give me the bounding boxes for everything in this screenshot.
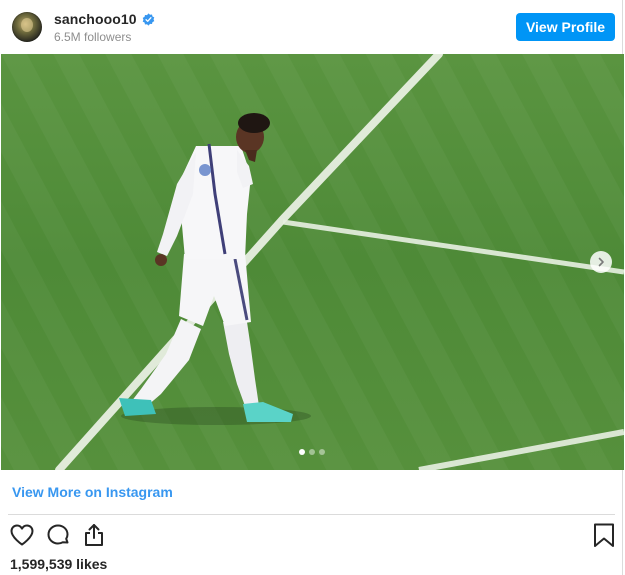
instagram-embed: sanchooo10 6.5M followers View Profile V… [0, 0, 624, 575]
post-header: sanchooo10 6.5M followers View Profile [1, 0, 624, 54]
follower-count: 6.5M followers [54, 30, 132, 44]
verified-badge-icon [142, 12, 154, 26]
like-count: 1,599,539 likes [10, 556, 108, 572]
view-more-link[interactable]: View More on Instagram [12, 484, 173, 500]
carousel-dot [308, 449, 315, 455]
comment-bubble-icon[interactable] [45, 522, 71, 548]
carousel-indicator [1, 449, 623, 455]
chevron-right-icon [598, 257, 604, 267]
post-photo [1, 54, 624, 470]
avatar[interactable] [12, 12, 42, 42]
action-bar [1, 520, 624, 552]
carousel-dot [318, 449, 325, 455]
carousel-dot [298, 449, 305, 455]
view-profile-button[interactable]: View Profile [516, 13, 615, 41]
divider [8, 514, 615, 515]
carousel-next-button[interactable] [590, 251, 612, 273]
share-icon[interactable] [81, 522, 107, 548]
heart-icon[interactable] [9, 522, 35, 548]
user-row: sanchooo10 [54, 11, 155, 27]
post-media[interactable] [1, 54, 624, 470]
username[interactable]: sanchooo10 [54, 11, 137, 27]
bookmark-icon[interactable] [591, 522, 617, 548]
